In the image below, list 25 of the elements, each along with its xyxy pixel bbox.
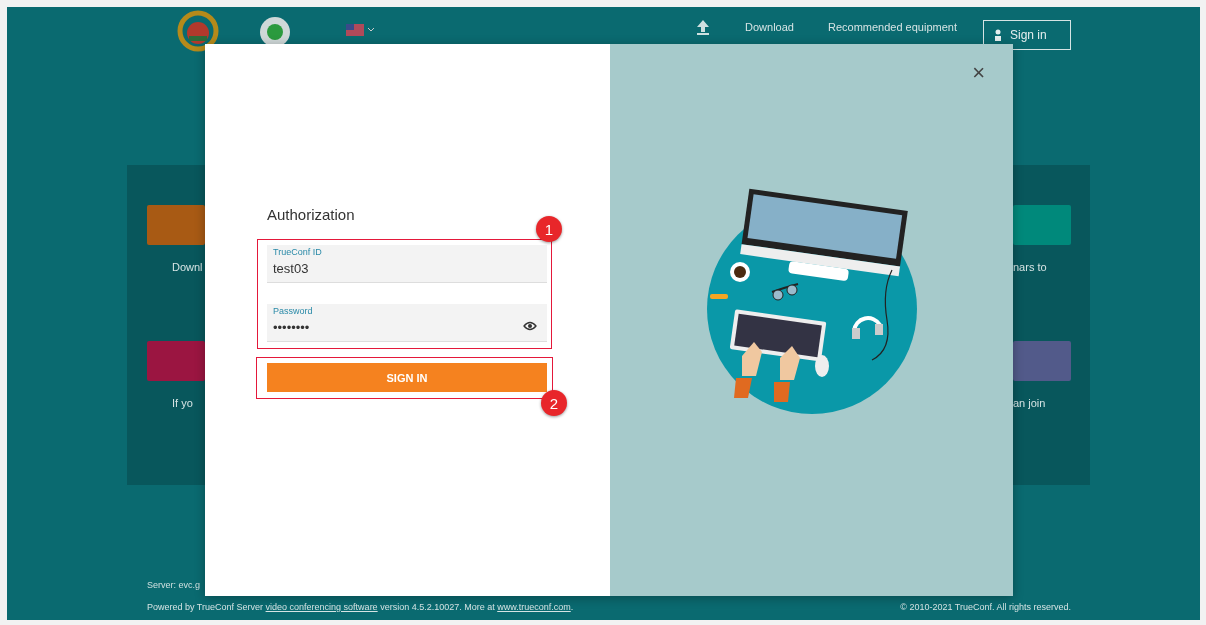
eye-icon[interactable] <box>523 321 537 331</box>
upload-icon[interactable] <box>695 19 712 35</box>
card-caption: Downl <box>171 261 204 273</box>
card-caption: If yo <box>171 397 194 409</box>
server-label: Server: evc.g <box>147 580 202 590</box>
input-field[interactable]: Password •••••••• <box>267 304 547 342</box>
website-link[interactable]: www.trueconf.com <box>497 602 571 612</box>
nav-link[interactable]: Download <box>745 21 794 33</box>
card-caption: nars to <box>1013 261 1048 273</box>
card-caption: an join <box>1013 397 1047 409</box>
dialog-title: Authorization <box>267 206 355 223</box>
powered-by-text: Powered by TrueConf Server video conferencing software version 4.5.2.10027. More at www.trueconf.com. <box>147 602 574 612</box>
copyright-text: © 2010-2021 TrueConf. All rights reserved. <box>900 602 1071 612</box>
nav-link[interactable]: Recommended equipment <box>827 21 957 33</box>
field-label: Password <box>273 306 314 316</box>
emblem-logo-icon <box>175 8 221 54</box>
annotation-number: 2 <box>541 390 567 416</box>
close-button[interactable]: × <box>968 62 989 84</box>
annotation-number: 1 <box>536 216 562 242</box>
field-value: test03 <box>273 261 309 276</box>
field-label: TrueConf ID <box>273 247 323 257</box>
software-link[interactable]: video conferencing software <box>265 602 378 612</box>
input-field[interactable]: TrueConf ID test03 <box>267 245 547 283</box>
user-icon <box>994 29 1002 41</box>
field-value: •••••••• <box>273 320 310 335</box>
